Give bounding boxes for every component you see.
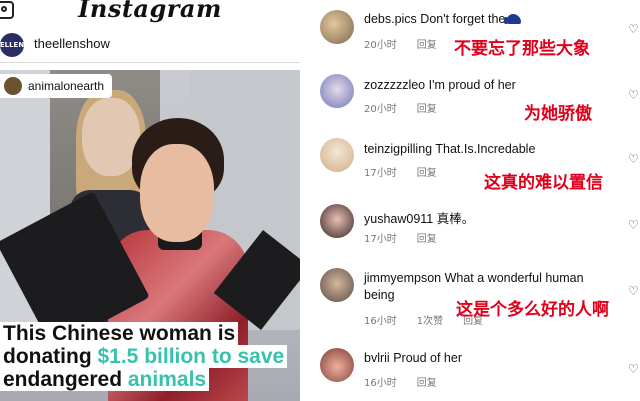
caption-line-1: This Chinese woman is [0, 322, 239, 345]
commenter-avatar[interactable] [320, 204, 354, 238]
reply-button[interactable]: 回复 [417, 104, 437, 115]
comment-username[interactable]: teinzigpilling [364, 142, 432, 156]
caption-line-2: donating $1.5 billion to save [0, 345, 288, 368]
commenter-avatar[interactable] [320, 74, 354, 108]
comment-time: 17小时 [364, 168, 397, 179]
like-count[interactable]: 1次赞 [417, 316, 443, 327]
commenter-avatar[interactable] [320, 268, 354, 302]
tagged-account-name: animalonearth [28, 79, 105, 93]
reply-button[interactable]: 回复 [417, 40, 437, 51]
comment-translation: 这是个多么好的人啊 [456, 300, 609, 320]
instagram-post-panel: Instagram ELLEN theellenshow animalonear… [0, 0, 300, 401]
comment-username[interactable]: yushaw0911 [364, 212, 433, 226]
caption-line-2-prefix: donating [3, 345, 98, 368]
tagged-account-avatar [4, 77, 22, 95]
heart-icon[interactable]: ♡ [628, 219, 639, 231]
comment-username[interactable]: bvlrii [364, 351, 390, 365]
post-account-row[interactable]: ELLEN theellenshow [0, 32, 300, 58]
comment-translation: 这真的难以置信 [484, 173, 603, 193]
comment-time: 16小时 [364, 378, 397, 389]
reply-button[interactable]: 回复 [417, 234, 437, 245]
reply-button[interactable]: 回复 [417, 378, 437, 389]
heart-icon[interactable]: ♡ [628, 23, 639, 35]
instagram-header: Instagram [0, 0, 300, 30]
caption-line-3-prefix: endangered [3, 368, 128, 391]
woman-face [140, 144, 214, 242]
comment-text: Proud of her [393, 351, 462, 365]
heart-icon[interactable]: ♡ [628, 285, 639, 297]
caption-line-3: endangered animals [0, 368, 210, 391]
account-avatar[interactable]: ELLEN [0, 33, 24, 57]
heart-icon[interactable]: ♡ [628, 153, 639, 165]
comments-panel: debs.pics Don't forget the 20小时 回复 不要忘了那些… [300, 0, 640, 401]
comment-username[interactable]: zozzzzzleo [364, 78, 425, 92]
comment-time: 20小时 [364, 104, 397, 115]
comment-username[interactable]: jimmyempson [364, 271, 441, 285]
comment-text: What a wonderful human [444, 271, 584, 285]
post-caption-overlay: This Chinese woman is donating $1.5 bill… [0, 322, 300, 391]
comment-time: 17小时 [364, 234, 397, 245]
reply-button[interactable]: 回复 [417, 168, 437, 179]
commenter-avatar[interactable] [320, 348, 354, 382]
comment-text: I'm proud of her [428, 78, 516, 92]
app-title: Instagram [78, 0, 222, 23]
elephant-emoji-icon [504, 14, 522, 24]
caption-line-3-highlight: animals [127, 368, 207, 391]
tagged-account-chip[interactable]: animalonearth [0, 74, 113, 98]
commenter-avatar[interactable] [320, 138, 354, 172]
comment-text-line-2: being [364, 288, 395, 302]
commenter-avatar[interactable] [320, 10, 354, 44]
comment-translation: 为她骄傲 [524, 104, 592, 124]
header-divider [0, 62, 300, 63]
comment-translation: 不要忘了那些大象 [454, 39, 590, 59]
comment-username[interactable]: debs.pics [364, 12, 417, 26]
caption-line-2-highlight: $1.5 billion to save [97, 345, 285, 368]
account-name[interactable]: theellenshow [34, 36, 110, 51]
heart-icon[interactable]: ♡ [628, 89, 639, 101]
comment-text: 真棒。 [436, 212, 475, 226]
heart-icon[interactable]: ♡ [628, 363, 639, 375]
comment-time: 16小时 [364, 316, 397, 327]
comment-time: 20小时 [364, 40, 397, 51]
comment-text: Don't forget the [420, 12, 506, 26]
comment-text: That.Is.Incredable [435, 142, 536, 156]
